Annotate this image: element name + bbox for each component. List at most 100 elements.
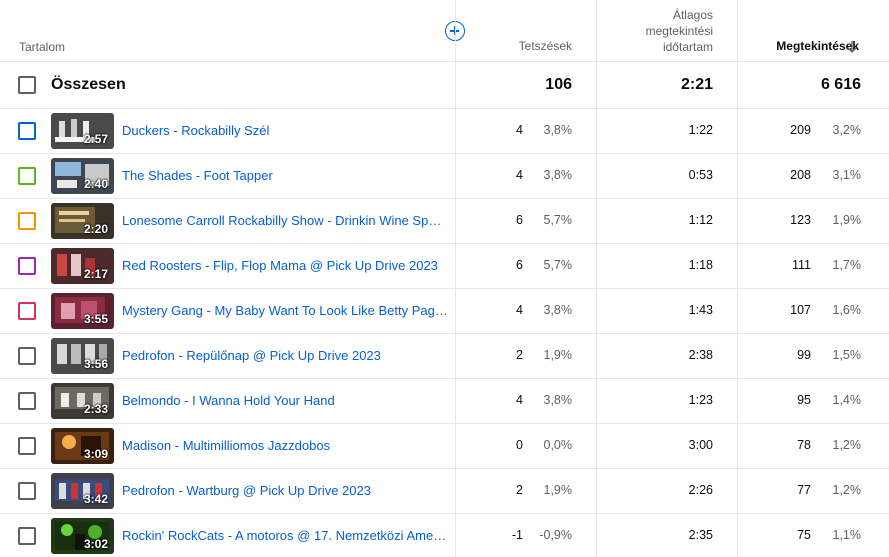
sort-descending-icon[interactable] [845, 40, 859, 54]
views-count: 99 [797, 348, 811, 362]
table-row[interactable]: 2:20 Lonesome Carroll Rockabilly Show - D… [0, 199, 889, 244]
views-percent: 1,2% [832, 483, 862, 497]
video-thumbnail[interactable]: 3:09 [51, 428, 114, 464]
row-checkbox[interactable] [18, 527, 36, 545]
row-checkbox[interactable] [18, 212, 36, 230]
views-percent: 3,1% [832, 168, 862, 182]
avg-view-duration: 1:22 [688, 123, 713, 137]
views-count: 77 [797, 483, 811, 497]
column-header-content[interactable]: Tartalom [19, 40, 65, 54]
video-duration: 3:09 [83, 447, 108, 461]
table-row[interactable]: 3:02 Rockin' RockCats - A motoros @ 17. N… [0, 514, 889, 557]
likes-percent: -0,9% [539, 528, 572, 542]
row-checkbox[interactable] [18, 392, 36, 410]
column-header-avg-view-duration[interactable]: Átlagos megtekintési időtartam [593, 7, 713, 55]
total-views: 6 616 [820, 76, 861, 93]
video-thumbnail[interactable]: 2:17 [51, 248, 114, 284]
table-row[interactable]: 3:42 Pedrofon - Wartburg @ Pick Up Drive … [0, 469, 889, 514]
video-thumbnail[interactable]: 2:20 [51, 203, 114, 239]
views-count: 123 [790, 213, 811, 227]
video-title-link[interactable]: Red Roosters - Flip, Flop Mama @ Pick Up… [122, 258, 448, 273]
video-title-link[interactable]: Mystery Gang - My Baby Want To Look Like… [122, 303, 448, 318]
column-header-likes[interactable]: Tetszések [519, 39, 572, 53]
row-checkbox[interactable] [18, 482, 36, 500]
row-checkbox[interactable] [18, 437, 36, 455]
likes-percent: 3,8% [543, 303, 573, 317]
likes-count: 2 [516, 348, 523, 362]
table-header: Tartalom Tetszések Átlagos megtekintési … [0, 0, 889, 62]
views-percent: 1,9% [832, 213, 862, 227]
likes-count: 2 [516, 483, 523, 497]
video-thumbnail[interactable]: 3:02 [51, 518, 114, 554]
video-duration: 3:42 [83, 492, 108, 506]
likes-count: 0 [516, 438, 523, 452]
video-title-link[interactable]: Duckers - Rockabilly Szél [122, 123, 448, 138]
likes-percent: 1,9% [543, 483, 573, 497]
table-row[interactable]: 2:17 Red Roosters - Flip, Flop Mama @ Pic… [0, 244, 889, 289]
video-title-link[interactable]: Rockin' RockCats - A motoros @ 17. Nemze… [122, 528, 448, 543]
likes-count: 6 [516, 213, 523, 227]
video-duration: 2:20 [83, 222, 108, 236]
avg-view-duration: 2:35 [688, 528, 713, 542]
views-count: 78 [797, 438, 811, 452]
total-row: Összesen 106 2:21 6 616 [0, 62, 889, 109]
video-title-link[interactable]: The Shades - Foot Tapper [122, 168, 448, 183]
views-percent: 3,2% [832, 123, 862, 137]
table-row[interactable]: 3:09 Madison - Multimilliomos Jazzdobos 0 0… [0, 424, 889, 469]
avg-header-line: Átlagos [672, 8, 713, 22]
views-percent: 1,5% [832, 348, 862, 362]
video-thumbnail[interactable]: 3:55 [51, 293, 114, 329]
video-thumbnail[interactable]: 2:33 [51, 383, 114, 419]
views-count: 208 [790, 168, 811, 182]
avg-view-duration: 1:23 [688, 393, 713, 407]
video-duration: 2:40 [83, 177, 108, 191]
likes-percent: 3,8% [543, 123, 573, 137]
video-title-link[interactable]: Pedrofon - Wartburg @ Pick Up Drive 2023 [122, 483, 448, 498]
views-count: 75 [797, 528, 811, 542]
table-row[interactable]: 3:56 Pedrofon - Repülőnap @ Pick Up Drive… [0, 334, 889, 379]
video-thumbnail[interactable]: 2:40 [51, 158, 114, 194]
total-label: Összesen [51, 76, 126, 93]
avg-view-duration: 1:12 [688, 213, 713, 227]
avg-view-duration: 0:53 [688, 168, 713, 182]
views-count: 111 [791, 258, 811, 272]
video-title-link[interactable]: Lonesome Carroll Rockabilly Show - Drink… [122, 213, 448, 228]
video-duration: 2:33 [83, 402, 108, 416]
video-duration: 2:17 [83, 267, 108, 281]
row-checkbox[interactable] [18, 347, 36, 365]
avg-view-duration: 1:18 [688, 258, 713, 272]
views-count: 95 [797, 393, 811, 407]
row-checkbox[interactable] [18, 302, 36, 320]
total-avg-duration: 2:21 [680, 76, 713, 93]
avg-header-line: időtartam [662, 40, 713, 54]
video-duration: 3:55 [83, 312, 108, 326]
table-row[interactable]: 2:57 Duckers - Rockabilly Szél 4 3,8% 1:22 20… [0, 109, 889, 154]
table-row[interactable]: 2:40 The Shades - Foot Tapper 4 3,8% 0:53 208… [0, 154, 889, 199]
likes-percent: 3,8% [543, 168, 573, 182]
likes-percent: 0,0% [543, 438, 573, 452]
select-all-checkbox[interactable] [18, 76, 36, 94]
likes-count: 4 [516, 123, 523, 137]
table-row[interactable]: 3:55 Mystery Gang - My Baby Want To Look … [0, 289, 889, 334]
video-thumbnail[interactable]: 3:42 [51, 473, 114, 509]
likes-percent: 3,8% [543, 393, 573, 407]
video-thumbnail[interactable]: 3:56 [51, 338, 114, 374]
video-thumbnail[interactable]: 2:57 [51, 113, 114, 149]
likes-count: 6 [516, 258, 523, 272]
row-checkbox[interactable] [18, 167, 36, 185]
video-title-link[interactable]: Madison - Multimilliomos Jazzdobos [122, 438, 448, 453]
table-row[interactable]: 2:33 Belmondo - I Wanna Hold Your Hand 4 3,… [0, 379, 889, 424]
likes-percent: 1,9% [543, 348, 573, 362]
row-checkbox[interactable] [18, 122, 36, 140]
avg-view-duration: 2:38 [688, 348, 713, 362]
avg-view-duration: 3:00 [688, 438, 713, 452]
views-percent: 1,7% [832, 258, 862, 272]
row-checkbox[interactable] [18, 257, 36, 275]
likes-count: 4 [516, 168, 523, 182]
likes-count: 4 [516, 393, 523, 407]
video-title-link[interactable]: Pedrofon - Repülőnap @ Pick Up Drive 202… [122, 348, 448, 363]
avg-view-duration: 2:26 [688, 483, 713, 497]
avg-view-duration: 1:43 [688, 303, 713, 317]
video-title-link[interactable]: Belmondo - I Wanna Hold Your Hand [122, 393, 448, 408]
video-duration: 3:02 [83, 537, 108, 551]
